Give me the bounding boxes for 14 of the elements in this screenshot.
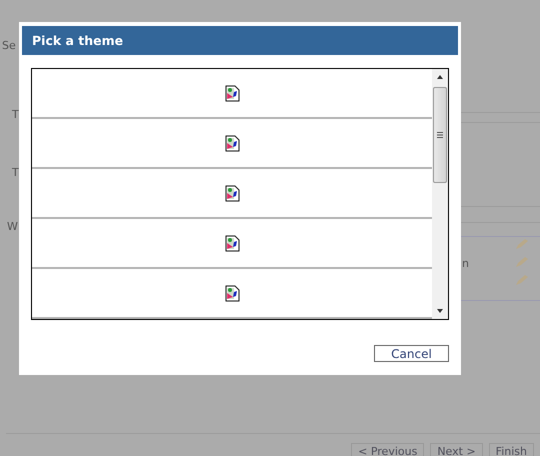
broken-image-icon [224, 234, 240, 252]
broken-image-icon [224, 84, 240, 102]
scrollbar[interactable] [432, 69, 448, 319]
dialog-title: Pick a theme [32, 33, 124, 48]
broken-image-icon [224, 134, 240, 152]
cancel-button[interactable]: Cancel [374, 345, 449, 362]
form-label: W [7, 220, 18, 233]
broken-image-icon [224, 184, 240, 202]
scroll-thumb[interactable] [433, 87, 447, 183]
form-label: T [12, 166, 19, 179]
form-label: n [462, 257, 469, 270]
form-label: Se [2, 39, 16, 52]
broken-image-icon [224, 284, 240, 302]
form-label: T [12, 108, 19, 121]
